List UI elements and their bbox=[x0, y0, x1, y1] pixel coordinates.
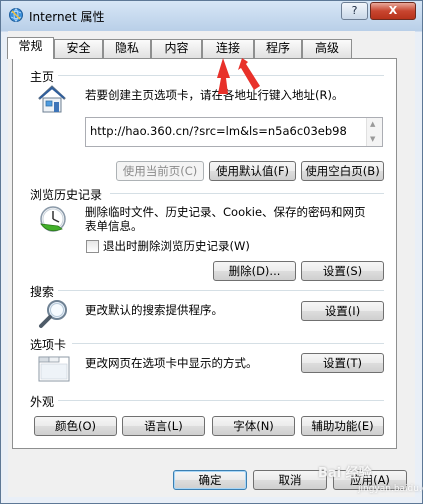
cancel-button[interactable]: 取消 bbox=[253, 470, 327, 490]
title-bar[interactable]: Internet 属性 ? X bbox=[1, 1, 422, 31]
use-default-button[interactable]: 使用默认值(F) bbox=[209, 161, 296, 181]
delete-on-exit-checkbox[interactable] bbox=[86, 240, 99, 253]
search-settings-button[interactable]: 设置(I) bbox=[301, 301, 384, 321]
url-scrollbar[interactable]: ▲ ▼ bbox=[366, 118, 382, 146]
fonts-button[interactable]: 字体(N) bbox=[212, 416, 295, 436]
scroll-up-icon[interactable]: ▲ bbox=[370, 120, 375, 128]
tabs-divider bbox=[72, 343, 384, 344]
home-house-icon bbox=[38, 85, 66, 113]
close-button[interactable]: X bbox=[370, 2, 416, 20]
internet-globe-icon bbox=[9, 8, 23, 22]
tab-privacy[interactable]: 隐私 bbox=[103, 39, 151, 58]
annotation-arrow-left bbox=[217, 58, 230, 94]
delete-history-button[interactable]: 删除(D)... bbox=[213, 261, 296, 281]
search-magnifier-icon bbox=[39, 300, 67, 328]
use-blank-button[interactable]: 使用空白页(B) bbox=[301, 161, 384, 181]
tab-security[interactable]: 安全 bbox=[54, 39, 103, 58]
annotation-arrow-right bbox=[238, 58, 260, 90]
history-description-line2: 表单信息。 bbox=[85, 219, 143, 233]
tabs-section-title: 选项卡 bbox=[30, 338, 67, 352]
scroll-down-icon[interactable]: ▼ bbox=[370, 135, 375, 143]
use-current-button[interactable]: 使用当前页(C) bbox=[116, 161, 204, 181]
history-divider bbox=[110, 193, 384, 194]
tabs-settings-button[interactable]: 设置(T) bbox=[301, 353, 384, 373]
history-description-line1: 删除临时文件、历史记录、Cookie、保存的密码和网页 bbox=[85, 205, 366, 219]
history-settings-button[interactable]: 设置(S) bbox=[301, 261, 384, 281]
delete-on-exit-label[interactable]: 退出时删除浏览历史记录(W) bbox=[103, 239, 250, 254]
languages-button[interactable]: 语言(L) bbox=[122, 416, 205, 436]
window-title: Internet 属性 bbox=[29, 10, 105, 24]
tab-advanced[interactable]: 高级 bbox=[302, 39, 352, 58]
search-divider bbox=[58, 290, 384, 291]
colors-button[interactable]: 颜色(O) bbox=[34, 416, 117, 436]
help-button[interactable]: ? bbox=[341, 2, 368, 20]
tabs-description: 更改网页在选项卡中显示的方式。 bbox=[85, 356, 258, 370]
appearance-title: 外观 bbox=[30, 395, 55, 409]
history-clock-icon bbox=[40, 206, 66, 232]
search-description: 更改默认的搜索提供程序。 bbox=[85, 303, 223, 317]
tabs-window-icon bbox=[38, 356, 70, 382]
home-page-url-input[interactable]: http://hao.360.cn/?src=lm&ls=n5a6c03eb98… bbox=[85, 117, 383, 147]
home-page-url-text: http://hao.360.cn/?src=lm&ls=n5a6c03eb98 bbox=[90, 124, 347, 138]
baidu-watermark-url: jingyan.baidu.com bbox=[358, 484, 423, 494]
accessibility-button[interactable]: 辅助功能(E) bbox=[301, 416, 384, 436]
baidu-watermark: Bai 经验 bbox=[318, 466, 372, 481]
annotation-arrows-icon bbox=[217, 58, 260, 94]
ok-button[interactable]: 确定 bbox=[173, 470, 247, 490]
appearance-divider bbox=[58, 400, 384, 401]
tab-content[interactable]: 内容 bbox=[151, 39, 202, 58]
tab-general[interactable]: 常规 bbox=[7, 37, 54, 59]
history-title: 浏览历史记录 bbox=[30, 188, 103, 202]
